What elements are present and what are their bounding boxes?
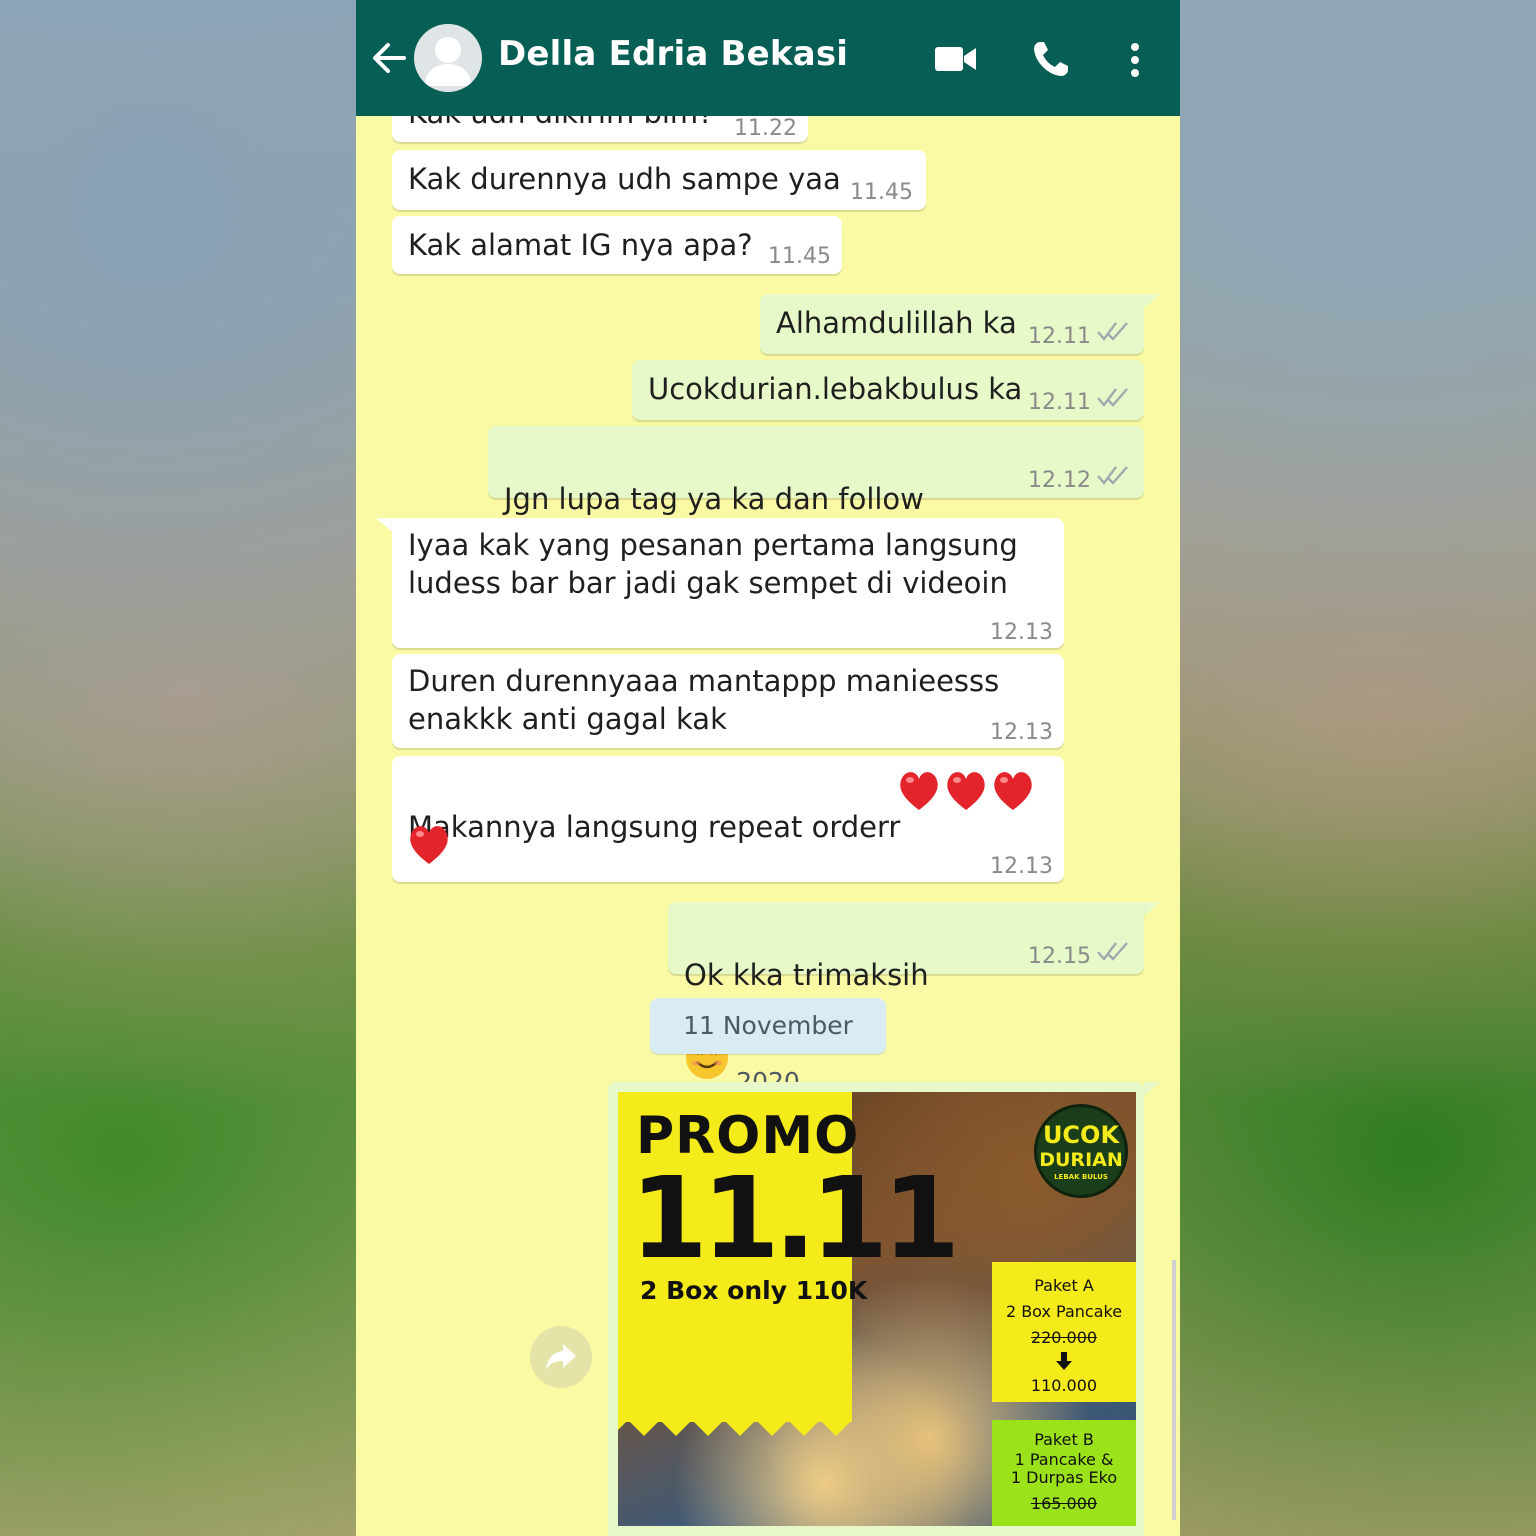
paket-a-new-price: 110.000 [1030,1376,1098,1395]
read-receipt-icon [1097,322,1128,341]
bubble-tail [376,518,392,532]
message-text-content: Ok kka trimaksih [684,958,929,992]
message-time: 11.45 [768,244,831,269]
message-text: Kak durennya udh sampe yaa [408,162,841,196]
chat-header: Della Edria Bekasi [356,0,1180,116]
message-bubble-outgoing[interactable]: Ucokdurian.lebakbulus ka 12.11 [632,360,1144,420]
message-time: 12.11 [1028,390,1091,415]
message-text: Iyaa kak yang pesanan pertama langsung l… [408,528,1018,600]
message-text: Makannya langsung repeat orderr [408,770,900,846]
heart-emoji-icon [900,772,938,810]
contact-name[interactable]: Della Edria Bekasi [498,34,848,74]
message-bubble-outgoing[interactable]: Ok kka trimaksih 12.15 [668,902,1144,1079]
paket-b-old-price: 165.000 [1030,1494,1098,1513]
message-time: 12.15 [1028,944,1091,969]
paket-a-panel: Paket A 2 Box Pancake 220.000 110.000 [992,1262,1136,1402]
paket-b-item1: 1 Pancake & [1014,1450,1114,1469]
promo-big-number: 11.11 [630,1154,960,1284]
arrow-down-icon [1056,1352,1072,1370]
heart-emoji-icon [947,772,985,810]
message-text-content: Jgn lupa tag ya ka dan follow [504,482,924,516]
default-avatar-icon [424,37,472,86]
bubble-tail [1144,294,1160,308]
paket-a-item: 2 Box Pancake [1005,1302,1123,1321]
message-text: Kak alamat IG nya apa? [408,228,753,262]
message-text: Alhamdulillah ka [776,306,1017,340]
read-receipt-icon [1097,942,1128,961]
chat-screen: Kak udh dikirim blm? 11.22 Kak durennya … [356,0,1180,1536]
message-text: Duren durennyaaa mantappp manieesss enak… [408,664,1000,736]
forward-icon [546,1344,576,1370]
more-options-icon[interactable] [1128,42,1142,78]
phone-call-icon[interactable] [1032,40,1070,78]
message-bubble-incoming[interactable]: Makannya langsung repeat orderr 12.13 [392,756,1064,882]
message-bubble-incoming[interactable]: Iyaa kak yang pesanan pertama langsung l… [392,518,1064,648]
message-time: 12.13 [990,854,1053,879]
zigzag-edge [618,1410,852,1436]
paket-b-title: Paket B [1034,1430,1094,1449]
message-time: 12.11 [1028,324,1091,349]
heart-emoji-icon [994,772,1032,810]
back-arrow-icon[interactable] [370,36,410,80]
message-time: 11.45 [850,180,913,205]
heart-emoji-icon [410,826,448,864]
logo-text-line3: LEBAK BULUS [1054,1173,1108,1181]
message-bubble-incoming[interactable]: Kak durennya udh sampe yaa 11.45 [392,150,926,210]
message-time: 12.13 [990,720,1053,745]
message-bubble-incoming[interactable]: Kak alamat IG nya apa? 11.45 [392,216,842,274]
message-bubble-outgoing[interactable]: Jgn lupa tag ya ka dan follow 12.12 [488,426,1144,603]
message-text: Ucokdurian.lebakbulus ka [648,372,1023,406]
ucok-durian-logo: UCOK DURIAN LEBAK BULUS [1034,1104,1128,1198]
scrollbar[interactable] [1172,1260,1176,1520]
promo-image[interactable]: PROMO 11.11 2 Box only 110K UCOK DURIAN … [618,1092,1136,1526]
bubble-tail [1144,1082,1160,1096]
video-call-icon[interactable] [934,44,978,74]
logo-text-line1: UCOK [1042,1121,1120,1149]
forward-button[interactable] [530,1326,592,1388]
bubble-tail [1144,902,1160,916]
date-separator: 11 November 2020 [650,998,886,1096]
message-time: 12.12 [1028,468,1091,493]
message-bubble-incoming[interactable]: Duren durennyaaa mantappp manieesss enak… [392,654,1064,748]
promo-subline: 2 Box only 110K [640,1276,868,1305]
paket-b-panel: Paket B 1 Pancake & 1 Durpas Eko 165.000 [992,1420,1136,1526]
paket-a-old-price: 220.000 [1030,1328,1098,1347]
message-text-content: Makannya langsung repeat orderr [408,810,901,844]
message-time: 12.13 [990,620,1053,645]
paket-b-item2: 1 Durpas Eko [1010,1468,1118,1487]
read-receipt-icon [1097,466,1128,485]
paket-a-title: Paket A [1034,1276,1094,1295]
logo-text-line2: DURIAN [1039,1149,1123,1171]
read-receipt-icon [1097,388,1128,407]
message-bubble-outgoing[interactable]: Alhamdulillah ka 12.11 [760,294,1144,354]
contact-avatar[interactable] [414,24,482,92]
